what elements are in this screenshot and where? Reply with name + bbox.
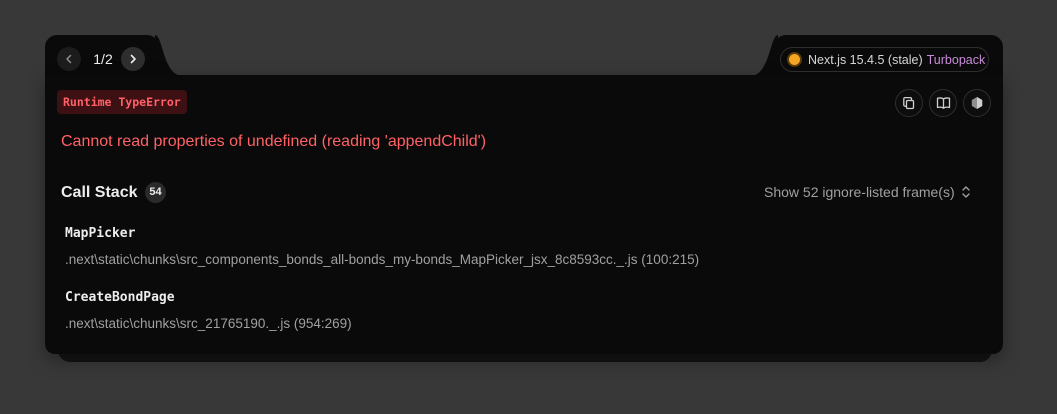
- chevron-up-down-icon: [961, 186, 970, 198]
- call-stack-title: Call Stack: [61, 184, 138, 201]
- nextjs-logo-icon: [971, 97, 983, 109]
- docs-book-icon: [936, 97, 950, 109]
- docs-button[interactable]: [929, 89, 957, 117]
- nextjs-version-label: Next.js 15.4.5 (stale): [808, 52, 923, 67]
- stack-frame-file-link[interactable]: .next\static\chunks\src_components_bonds…: [65, 252, 699, 268]
- copy-icon: [903, 96, 915, 110]
- show-ignored-frames-toggle[interactable]: Show 52 ignore-listed frame(s): [764, 183, 971, 201]
- chevron-right-icon: [130, 54, 136, 64]
- bundler-label: Turbopack: [926, 52, 986, 67]
- error-message: Cannot read properties of undefined (rea…: [61, 133, 487, 150]
- nextjs-info-button[interactable]: [963, 89, 991, 117]
- next-error-button[interactable]: [121, 47, 145, 71]
- tab-left-curve: [155, 35, 183, 76]
- copy-error-button[interactable]: [895, 89, 923, 117]
- error-dialog: [45, 75, 1003, 354]
- call-stack-count-badge: 54: [145, 182, 166, 203]
- nextjs-version-indicator[interactable]: Next.js 15.4.5 (stale) Turbopack: [780, 47, 989, 72]
- stack-frame-file-link[interactable]: .next\static\chunks\src_21765190._.js (9…: [65, 316, 352, 332]
- chevron-left-icon: [66, 54, 72, 64]
- stale-status-dot-icon: [789, 54, 800, 65]
- show-ignored-frames-label: Show 52 ignore-listed frame(s): [764, 184, 955, 200]
- tab-right-curve: [750, 35, 778, 76]
- previous-error-button[interactable]: [57, 47, 81, 71]
- error-type-badge: Runtime TypeError: [57, 90, 187, 114]
- stack-frame-function-name: CreateBondPage: [65, 290, 175, 305]
- error-page-count: 1/2: [93, 51, 113, 67]
- stack-frame-function-name: MapPicker: [65, 226, 136, 241]
